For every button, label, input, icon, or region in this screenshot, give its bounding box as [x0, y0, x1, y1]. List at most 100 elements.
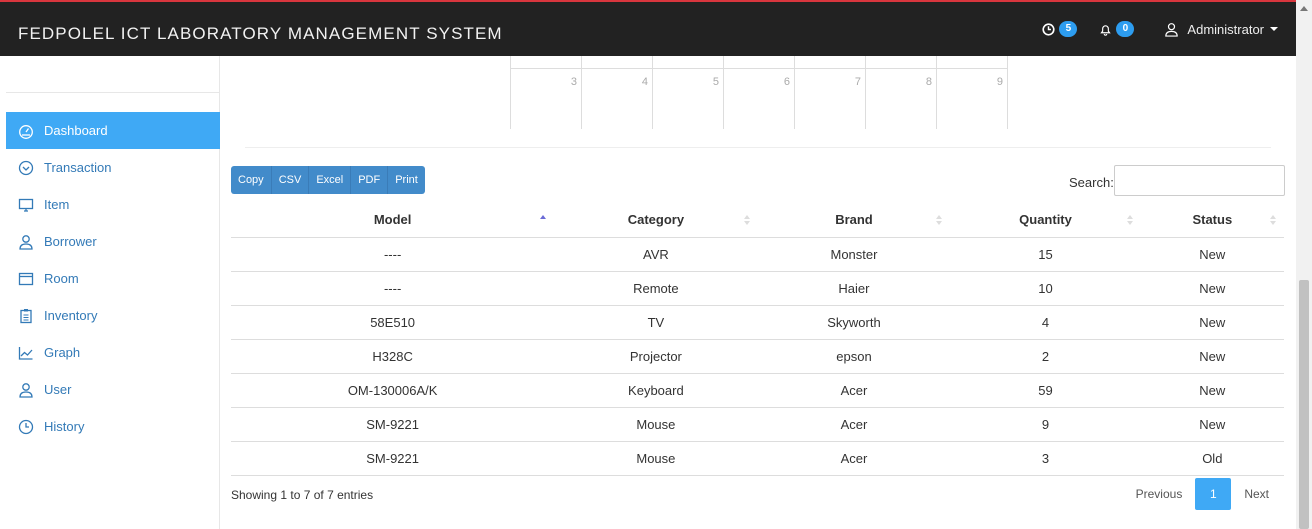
column-header-model[interactable]: Model	[231, 203, 555, 238]
sidebar-item-graph[interactable]: Graph	[6, 334, 220, 371]
calendar-day-cell[interactable]: 9	[936, 56, 1007, 129]
sidebar-item-item[interactable]: Item	[6, 186, 220, 223]
sidebar-item-transaction[interactable]: Transaction	[6, 149, 220, 186]
calendar-day-cell[interactable]: 6	[723, 56, 794, 129]
table-row[interactable]: SM-9221 Mouse Acer 3 Old	[231, 441, 1284, 476]
items-table: Model Category Brand Quantity Status ---- AVR…	[231, 203, 1284, 476]
cell-category: Projector	[554, 339, 758, 374]
cell-brand: Acer	[757, 407, 951, 442]
excel-button[interactable]: Excel	[309, 166, 352, 194]
column-header-status[interactable]: Status	[1140, 203, 1284, 238]
cell-status: New	[1140, 339, 1284, 374]
column-header-label: Model	[373, 212, 412, 228]
calendar-day-number: 7	[854, 76, 861, 88]
window-icon	[18, 272, 34, 285]
previous-button[interactable]: Previous	[1123, 478, 1196, 510]
cell-status: New	[1140, 373, 1284, 408]
calendar-day-number: 9	[996, 76, 1003, 88]
calendar-right-border	[1007, 56, 1008, 129]
calendar-day-cell[interactable]: 3	[510, 56, 581, 129]
clock-badge: 5	[1059, 21, 1078, 37]
sort-both-icon	[743, 215, 750, 225]
cell-status: New	[1140, 305, 1284, 340]
alerts-notifications[interactable]: 0	[1099, 21, 1135, 37]
sidebar-item-user[interactable]: User	[6, 371, 220, 408]
column-header-quantity[interactable]: Quantity	[950, 203, 1141, 238]
cell-brand: Haier	[757, 271, 951, 306]
vertical-scrollbar[interactable]	[1296, 0, 1312, 529]
sidebar-item-label: History	[44, 419, 85, 434]
print-button[interactable]: Print	[388, 166, 425, 194]
bell-icon	[1100, 24, 1112, 36]
sidebar-item-dashboard[interactable]: Dashboard	[6, 112, 220, 149]
cell-model: H328C	[231, 339, 555, 374]
calendar-day-cell[interactable]: 7	[794, 56, 865, 129]
calendar-day-cell[interactable]: 5	[652, 56, 723, 129]
table-row[interactable]: SM-9221 Mouse Acer 9 New	[231, 407, 1284, 442]
cell-brand: Acer	[757, 441, 951, 476]
sort-both-icon	[1126, 215, 1133, 225]
user-name: Administrator	[1187, 21, 1264, 37]
calendar-day-number: 8	[925, 76, 932, 88]
column-header-brand[interactable]: Brand	[757, 203, 951, 238]
cell-category: Remote	[554, 271, 758, 306]
monitor-icon	[18, 198, 34, 212]
cell-brand: Skyworth	[757, 305, 951, 340]
cell-model: 58E510	[231, 305, 555, 340]
cell-status: Old	[1140, 441, 1284, 476]
cell-quantity: 9	[950, 407, 1141, 442]
sidebar-item-label: Dashboard	[44, 123, 108, 138]
sidebar-item-borrower[interactable]: Borrower	[6, 223, 220, 260]
calendar-day-cell[interactable]: 8	[865, 56, 936, 129]
sidebar-item-label: Inventory	[44, 308, 98, 323]
cell-status: New	[1140, 237, 1284, 272]
cell-model: ----	[231, 271, 555, 306]
cell-brand: Acer	[757, 373, 951, 408]
cell-category: TV	[554, 305, 758, 340]
user-icon	[19, 234, 33, 250]
cell-category: Keyboard	[554, 373, 758, 408]
sidebar-item-label: Room	[44, 271, 79, 286]
cell-brand: Monster	[757, 237, 951, 272]
cell-category: Mouse	[554, 441, 758, 476]
calendar-day-number: 5	[712, 76, 719, 88]
sidebar-item-label: Transaction	[44, 160, 112, 175]
sidebar-menu: Dashboard Transaction Item Borrower Room Inve…	[6, 112, 220, 445]
user-menu[interactable]: Administrator	[1164, 22, 1278, 37]
sidebar-item-history[interactable]: History	[6, 408, 220, 445]
dashboard-icon	[19, 124, 33, 139]
csv-button[interactable]: CSV	[271, 166, 310, 194]
sidebar-item-inventory[interactable]: Inventory	[6, 297, 220, 334]
column-header-category[interactable]: Category	[554, 203, 758, 238]
table-row[interactable]: ---- AVR Monster 15 New	[231, 237, 1284, 272]
table-header-row: Model Category Brand Quantity Status	[231, 203, 1284, 238]
sidebar-divider	[6, 92, 220, 93]
sidebar-item-room[interactable]: Room	[6, 260, 220, 297]
sidebar-item-label: Item	[44, 197, 70, 212]
calendar-day-cell[interactable]: 4	[581, 56, 652, 129]
sort-both-icon	[936, 215, 943, 225]
calendar-day-number: 3	[570, 76, 577, 88]
sidebar-item-label: Borrower	[44, 234, 97, 249]
column-header-label: Quantity	[1019, 212, 1072, 228]
clock-icon	[1042, 22, 1056, 36]
column-header-label: Status	[1192, 212, 1233, 228]
table-row[interactable]: OM-130006A/K Keyboard Acer 59 New	[231, 373, 1284, 408]
export-buttons: Copy CSV Excel PDF Print	[231, 166, 425, 194]
sidebar: Dashboard Transaction Item Borrower Room Inve…	[0, 56, 220, 529]
next-button[interactable]: Next	[1231, 478, 1282, 510]
table-row[interactable]: 58E510 TV Skyworth 4 New	[231, 305, 1284, 340]
line-chart-icon	[18, 346, 33, 360]
pdf-button[interactable]: PDF	[351, 166, 389, 194]
app-title: FEDPOLEL ICT LABORATORY MANAGEMENT SYSTE…	[18, 24, 503, 43]
pending-notifications[interactable]: 5	[1042, 21, 1078, 37]
page-1-button[interactable]: 1	[1195, 478, 1232, 510]
scrollbar-thumb[interactable]	[1299, 280, 1309, 529]
copy-button[interactable]: Copy	[231, 166, 272, 194]
table-row[interactable]: H328C Projector epson 2 New	[231, 339, 1284, 374]
table-row[interactable]: ---- Remote Haier 10 New	[231, 271, 1284, 306]
scroll-up-icon[interactable]	[1300, 6, 1308, 11]
search-input[interactable]	[1114, 165, 1285, 196]
cell-quantity: 15	[950, 237, 1141, 272]
cell-model: SM-9221	[231, 441, 555, 476]
